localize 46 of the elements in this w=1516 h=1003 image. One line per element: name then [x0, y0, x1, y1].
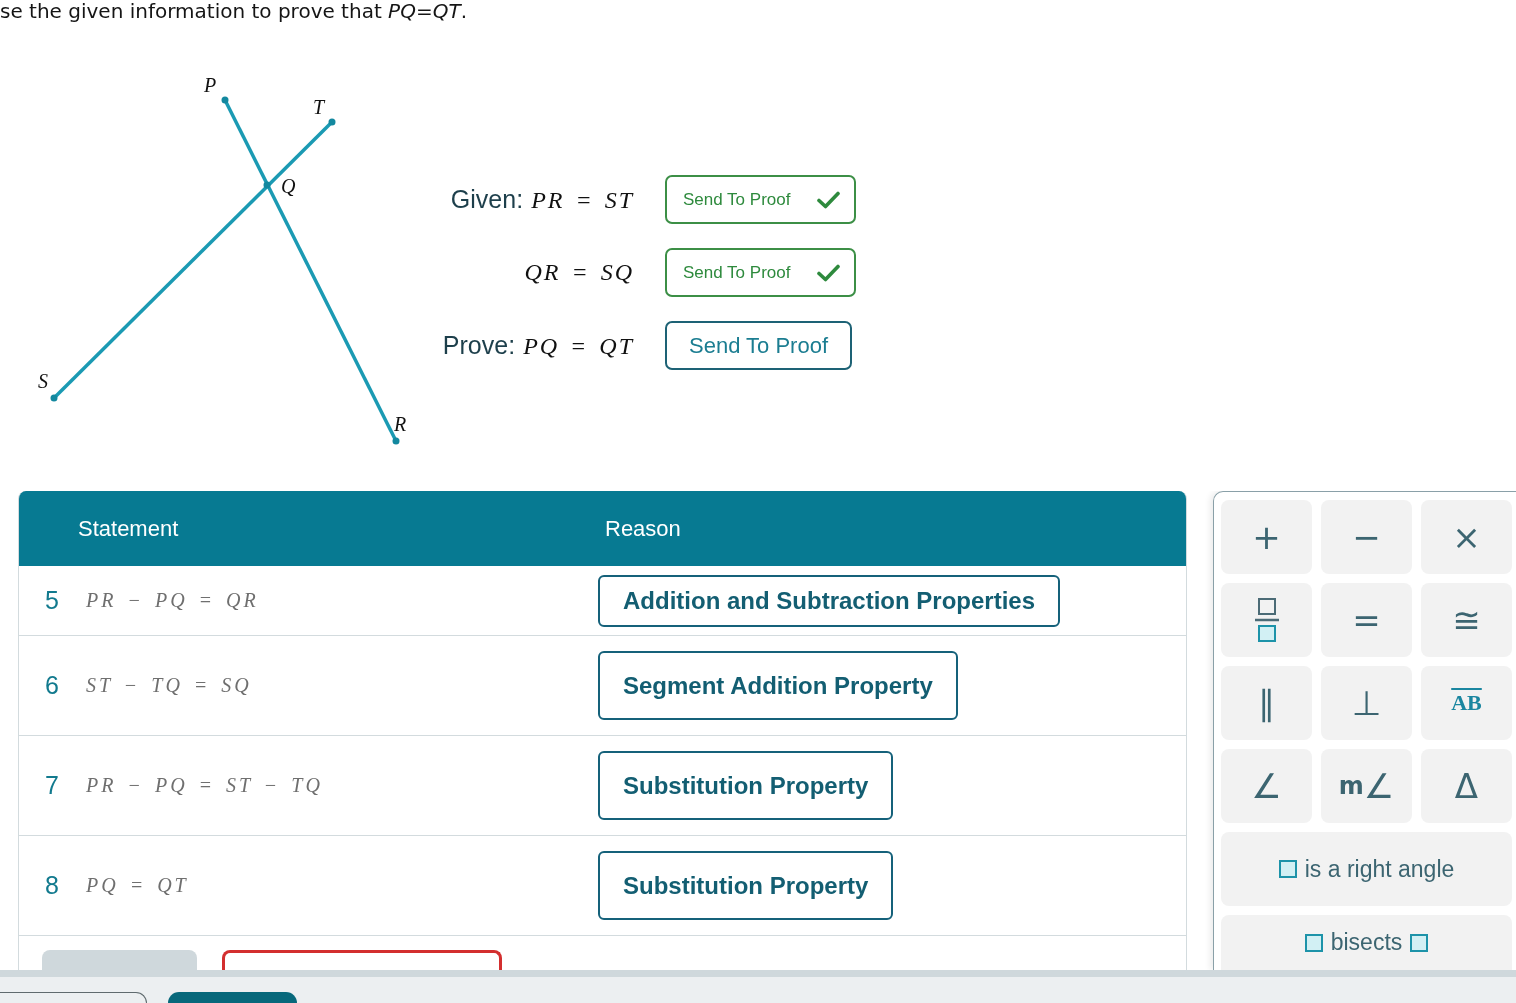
- point-label: P: [204, 74, 217, 96]
- keypad-key[interactable]: ≅: [1421, 583, 1512, 657]
- point-label: Q: [281, 175, 296, 197]
- keypad-key[interactable]: Δ: [1421, 749, 1512, 823]
- keypad-key[interactable]: ⊥: [1321, 666, 1412, 740]
- column-header: Statement: [77, 515, 180, 542]
- math-expression: PQ = QT: [523, 333, 634, 360]
- statement-math: PQ = QT: [86, 874, 189, 897]
- instruction-text: se the given information to prove that PQ=QT.: [0, 0, 467, 24]
- prompt-label: Prove:: [442, 331, 516, 360]
- keypad-key[interactable]: AB: [1421, 666, 1512, 740]
- keypad-key[interactable]: =: [1321, 583, 1412, 657]
- prompt-label: Given:: [450, 185, 524, 214]
- math-expression: QR = SQ: [524, 259, 634, 286]
- step-number: 8: [45, 871, 60, 900]
- send-to-proof-button[interactable]: Send To Proof: [665, 175, 856, 224]
- math-expression: PR = ST: [531, 187, 634, 214]
- step-number: 6: [45, 671, 60, 700]
- statement-math: PR − PQ = QR: [86, 589, 259, 612]
- primary-button[interactable]: [168, 992, 297, 1003]
- point-label: S: [38, 370, 48, 392]
- column-header: Reason: [604, 515, 682, 542]
- keypad-key[interactable]: −: [1321, 500, 1412, 574]
- keypad-key[interactable]: m∠: [1321, 749, 1412, 823]
- check-icon: [817, 263, 840, 282]
- keypad-key[interactable]: is a right angle: [1221, 832, 1512, 906]
- keypad-key[interactable]: ×: [1421, 500, 1512, 574]
- keypad-key[interactable]: +: [1221, 500, 1312, 574]
- reason-button[interactable]: Substitution Property: [598, 751, 894, 820]
- send-to-proof-button[interactable]: Send To Proof: [665, 248, 856, 297]
- send-to-proof-button[interactable]: Send To Proof: [665, 321, 852, 370]
- check-icon: [817, 190, 840, 209]
- keypad-key[interactable]: [1221, 583, 1312, 657]
- statement-math: PR − PQ = ST − TQ: [86, 774, 323, 797]
- step-number: 7: [45, 771, 60, 800]
- reason-button[interactable]: Addition and Subtraction Properties: [598, 574, 1061, 627]
- reason-button[interactable]: Substitution Property: [598, 851, 894, 920]
- keypad-key[interactable]: ∥: [1221, 666, 1312, 740]
- reason-button[interactable]: Segment Addition Property: [598, 651, 958, 720]
- point-label: T: [313, 96, 325, 118]
- fraction-icon: [1254, 598, 1279, 642]
- statement-math: ST − TQ = SQ: [86, 674, 252, 697]
- point-label: R: [394, 413, 407, 435]
- keypad-key[interactable]: ∠: [1221, 749, 1312, 823]
- keypad-key[interactable]: bisects: [1221, 915, 1512, 970]
- step-number: 5: [45, 586, 60, 615]
